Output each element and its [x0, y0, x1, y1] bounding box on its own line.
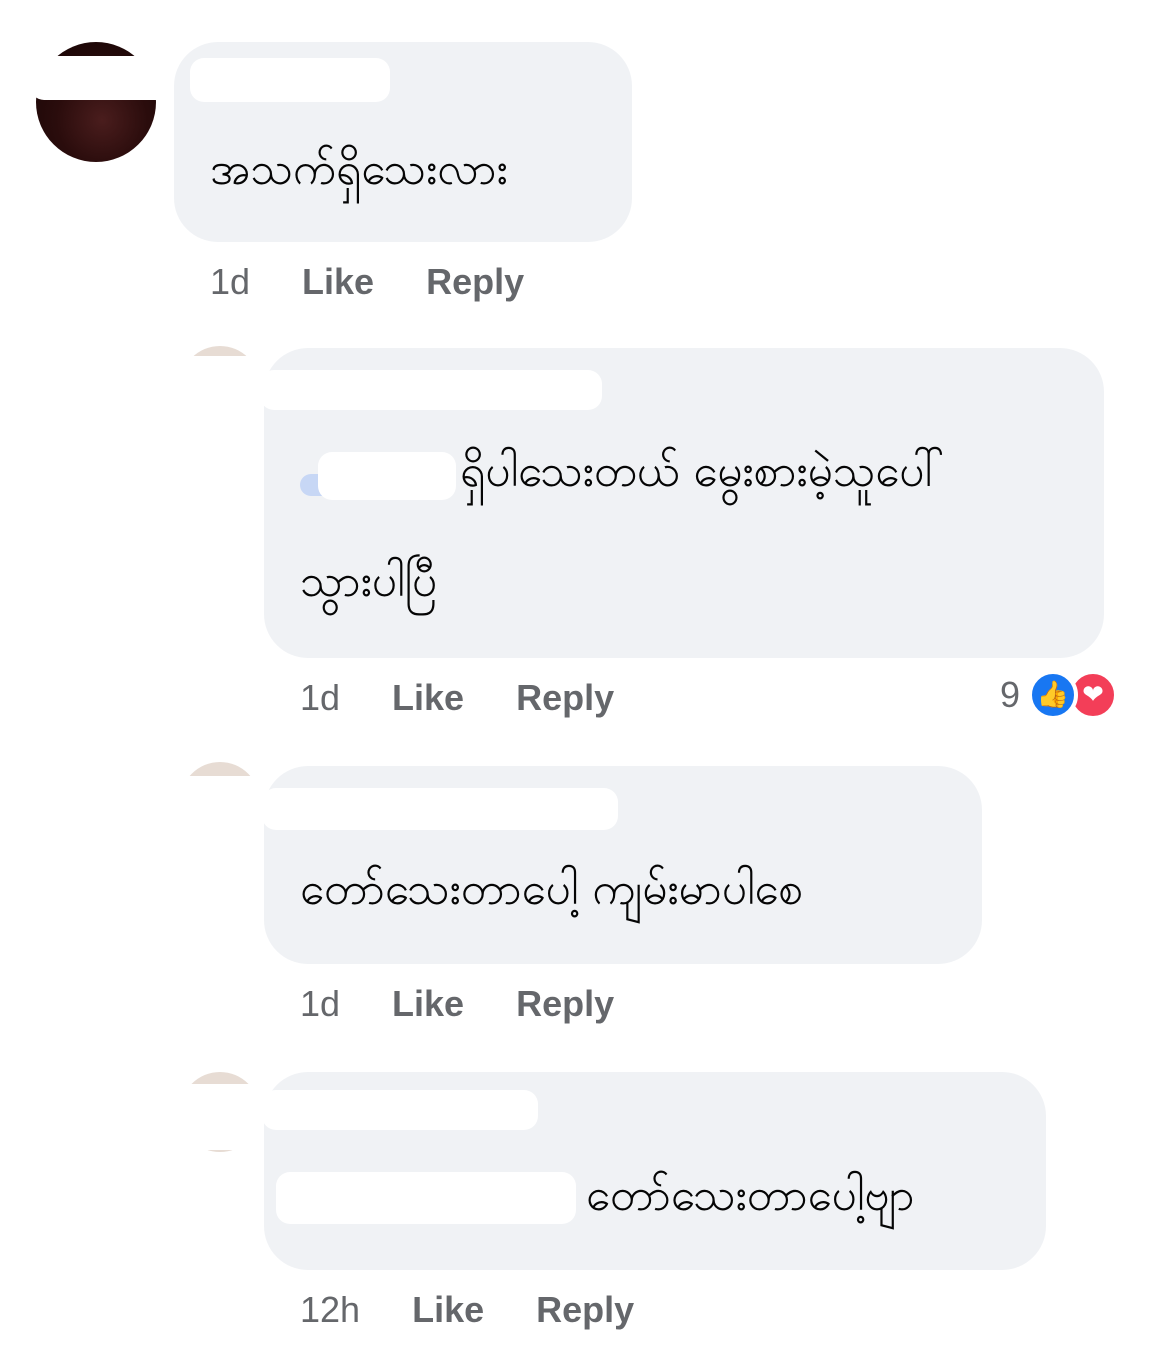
comment-text: သွားပါပြီ [300, 556, 437, 607]
author-redaction [260, 370, 602, 410]
reaction-summary[interactable]: 9 👍 ❤ [1000, 670, 1119, 720]
like-icon: 👍 [1028, 670, 1079, 720]
reply-button[interactable]: Reply [516, 983, 614, 1025]
reply-button[interactable]: Reply [426, 261, 524, 303]
timestamp: 12h [300, 1289, 361, 1330]
reply-button[interactable]: Reply [536, 1289, 634, 1331]
timestamp: 1d [300, 983, 341, 1024]
like-button[interactable]: Like [302, 261, 374, 303]
comment-meta: 1d Like Reply [210, 261, 524, 303]
comment-meta: 1d Like Reply [300, 677, 614, 719]
timestamp: 1d [210, 261, 251, 302]
reply-button[interactable]: Reply [516, 677, 614, 719]
comment-text: တော်သေးတာပေါ့ ကျမ်းမာပါစေ [300, 864, 804, 915]
author-redaction [262, 1090, 538, 1130]
like-button[interactable]: Like [392, 983, 464, 1025]
comment-text: တော်သေးတာပေါ့ဗျာ [586, 1170, 915, 1221]
author-redaction [262, 788, 618, 830]
mention-redaction [276, 1172, 576, 1224]
like-button[interactable]: Like [392, 677, 464, 719]
author-redaction [190, 58, 390, 102]
timestamp: 1d [300, 677, 341, 718]
comment-text: အသက်ရှိသေးလား [210, 144, 508, 195]
mention-redaction [318, 452, 456, 500]
comment-meta: 12h Like Reply [300, 1289, 634, 1331]
reaction-count: 9 [1000, 674, 1021, 715]
comment-meta: 1d Like Reply [300, 983, 614, 1025]
comment-text: ရှိပါသေးတယ် မွေးစားမဲ့သူပေါ် [460, 446, 945, 497]
like-button[interactable]: Like [412, 1289, 484, 1331]
